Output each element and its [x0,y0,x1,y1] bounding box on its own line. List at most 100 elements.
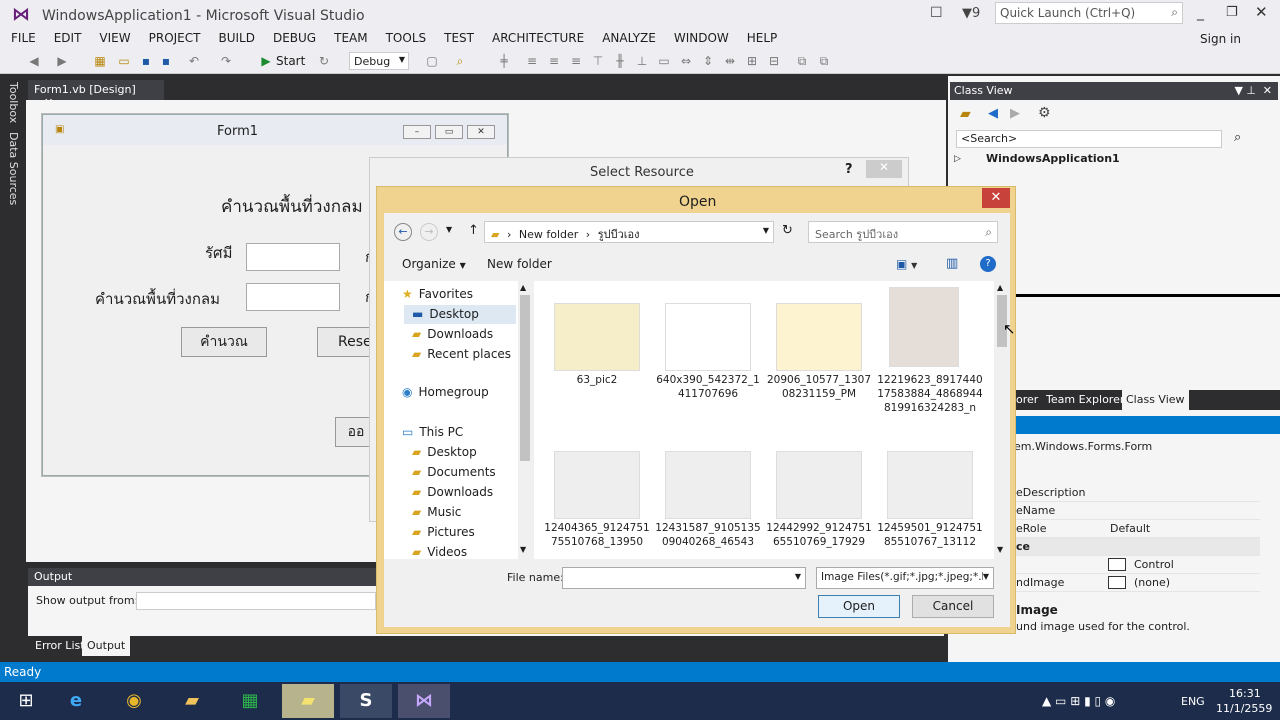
start-icon[interactable]: ▶ [258,53,274,69]
menu-team[interactable]: TEAM [325,30,376,46]
menu-debug[interactable]: DEBUG [264,30,325,46]
file-scroll-down-icon[interactable]: ▼ [997,545,1003,554]
feedback-icon[interactable]: ☐ [930,6,943,20]
class-view-tab[interactable]: Class View [1122,390,1189,410]
refresh-icon[interactable]: ↻ [316,53,332,69]
reset-button[interactable]: Rese [317,327,377,357]
file-name-caption[interactable]: 12442992_912475165510769_17929 [764,521,874,551]
recent-dropdown-icon[interactable]: ▼ [446,225,452,234]
data-sources-tab[interactable]: Data Sources [7,132,20,205]
calculate-button[interactable]: คำนวณ [181,327,267,357]
nav-item-desktop[interactable]: ▬ Desktop [404,305,516,324]
file-name-caption[interactable]: 12219623_891744017583884_486894481991632… [875,373,985,433]
show-output-dropdown[interactable] [136,592,376,610]
property-row[interactable]: Control [1014,556,1260,574]
sticky-notes-icon[interactable]: ▰ [282,684,334,718]
pin-icon[interactable]: ▼ ⊥ [1234,84,1256,97]
nav-item-documents[interactable]: ▰ Documents [412,463,496,482]
align-middle-icon[interactable]: ╫ [612,53,628,69]
new-project-icon[interactable]: ▦ [92,53,108,69]
start-windows-icon[interactable]: ⊞ [0,684,52,718]
preview-pane-icon[interactable]: ▥ [946,256,958,271]
undo-icon[interactable]: ↶ [186,53,202,69]
form-heading[interactable]: คำนวณพื้นที่วงกลม [221,193,363,220]
nav-item-pictures[interactable]: ▰ Pictures [412,523,475,542]
area-textbox[interactable] [246,283,340,311]
close-icon[interactable]: ✕ [1255,5,1268,20]
center-v-icon[interactable]: ⊟ [766,53,782,69]
menu-project[interactable]: PROJECT [140,30,210,46]
same-size-icon[interactable]: ▭ [656,53,672,69]
property-row[interactable]: eName [1014,502,1260,520]
visual-studio-taskbar-icon[interactable]: ⋈ [398,684,450,718]
nav-item-homegroup[interactable]: ◉ Homegroup [402,383,489,402]
vspacing-icon[interactable]: ⇹ [722,53,738,69]
menu-help[interactable]: HELP [738,30,787,46]
align-right-icon[interactable]: ≡ [568,53,584,69]
hspacing-icon[interactable]: ⇕ [700,53,716,69]
address-dropdown-icon[interactable]: ▼ [763,226,769,235]
explorer-tab[interactable]: orer [1016,393,1038,406]
area-label[interactable]: คำนวณพื้นที่วงกลม [95,287,220,311]
file-thumbnail[interactable] [887,451,973,519]
chrome-icon[interactable]: ◉ [108,684,160,718]
store-icon[interactable]: ▦ [224,684,276,718]
screencast-icon[interactable]: S [340,684,392,718]
file-name-input[interactable]: ▼ [562,567,806,589]
radius-label[interactable]: รัศมี [205,241,232,265]
center-h-icon[interactable]: ⊞ [744,53,760,69]
open-icon[interactable]: ▭ [116,53,132,69]
file-thumbnail[interactable] [665,303,751,371]
classview-root[interactable]: WindowsApplication1 [986,152,1120,165]
menu-architecture[interactable]: ARCHITECTURE [483,30,593,46]
menu-analyze[interactable]: ANALYZE [593,30,665,46]
menu-tools[interactable]: TOOLS [377,30,436,46]
file-type-select[interactable]: Image Files(*.gif;*.jpg;*.jpeg;*.b ▼ [816,567,994,589]
file-thumbnail[interactable] [554,303,640,371]
forward-icon[interactable]: ▶ [54,53,70,69]
settings-icon[interactable]: ⚙ [1038,105,1051,121]
back-arrow-icon[interactable]: ← [394,223,412,241]
file-type-dropdown-icon[interactable]: ▼ [982,572,989,581]
file-name-caption[interactable]: 640x390_542372_1411707696 [653,373,763,433]
properties-type[interactable]: em.Windows.Forms.Form [1014,440,1152,453]
toolbox-tab[interactable]: Toolbox [7,82,20,123]
menu-edit[interactable]: EDIT [45,30,91,46]
quick-launch-input[interactable]: Quick Launch (Ctrl+Q) ⌕ [995,2,1183,24]
dialog-help-icon[interactable]: ? [980,256,996,272]
path-segment-1[interactable]: New folder [519,228,578,241]
file-thumbnail[interactable] [776,303,862,371]
team-explorer-tab[interactable]: Team Explorer [1046,393,1124,406]
file-name-caption[interactable]: 12431587_910513509040268_46543 [653,521,763,551]
file-thumbnail[interactable] [554,451,640,519]
file-name-caption[interactable]: 12404365_912475175510768_13950 [542,521,652,551]
bring-front-icon[interactable]: ⧉ [794,53,810,69]
organize-menu[interactable]: Organize ▼ [402,257,466,271]
save-all-icon[interactable]: ▪ [158,53,174,69]
file-thumbnail[interactable] [665,451,751,519]
nav-item-downloads[interactable]: ▰ Downloads [412,325,493,344]
menu-window[interactable]: WINDOW [665,30,738,46]
file-scroll-up-icon[interactable]: ▲ [997,283,1003,292]
file-thumbnail[interactable] [889,287,959,367]
nav-scroll-down-icon[interactable]: ▼ [520,545,526,554]
language-indicator[interactable]: ENG [1181,695,1205,708]
file-name-caption[interactable]: 20906_10577_130708231159_PM [764,373,874,433]
property-row[interactable]: ce [1014,538,1260,556]
menu-test[interactable]: TEST [435,30,483,46]
align-left-icon[interactable]: ≡ [524,53,540,69]
nav-item-favorites[interactable]: ★ Favorites [402,285,473,304]
open-button[interactable]: Open [818,595,900,618]
filter-icon[interactable]: ▼9 [962,6,980,21]
nav-item-music[interactable]: ▰ Music [412,503,461,522]
address-bar[interactable]: ▰ › New folder › รูปบีวเอง ▼ [484,221,774,243]
nav-item-desktop[interactable]: ▰ Desktop [412,443,477,462]
output-tab[interactable]: Output [82,636,131,656]
back-icon[interactable]: ◀ [26,53,42,69]
refresh-path-icon[interactable]: ↻ [782,223,793,238]
classview-search[interactable]: <Search> [956,130,1222,148]
file-explorer-icon[interactable]: ▰ [166,684,218,718]
save-icon[interactable]: ▪ [138,53,154,69]
search-box[interactable]: Search รูปบีวเอง ⌕ [808,221,998,243]
menu-file[interactable]: FILE [2,30,45,46]
